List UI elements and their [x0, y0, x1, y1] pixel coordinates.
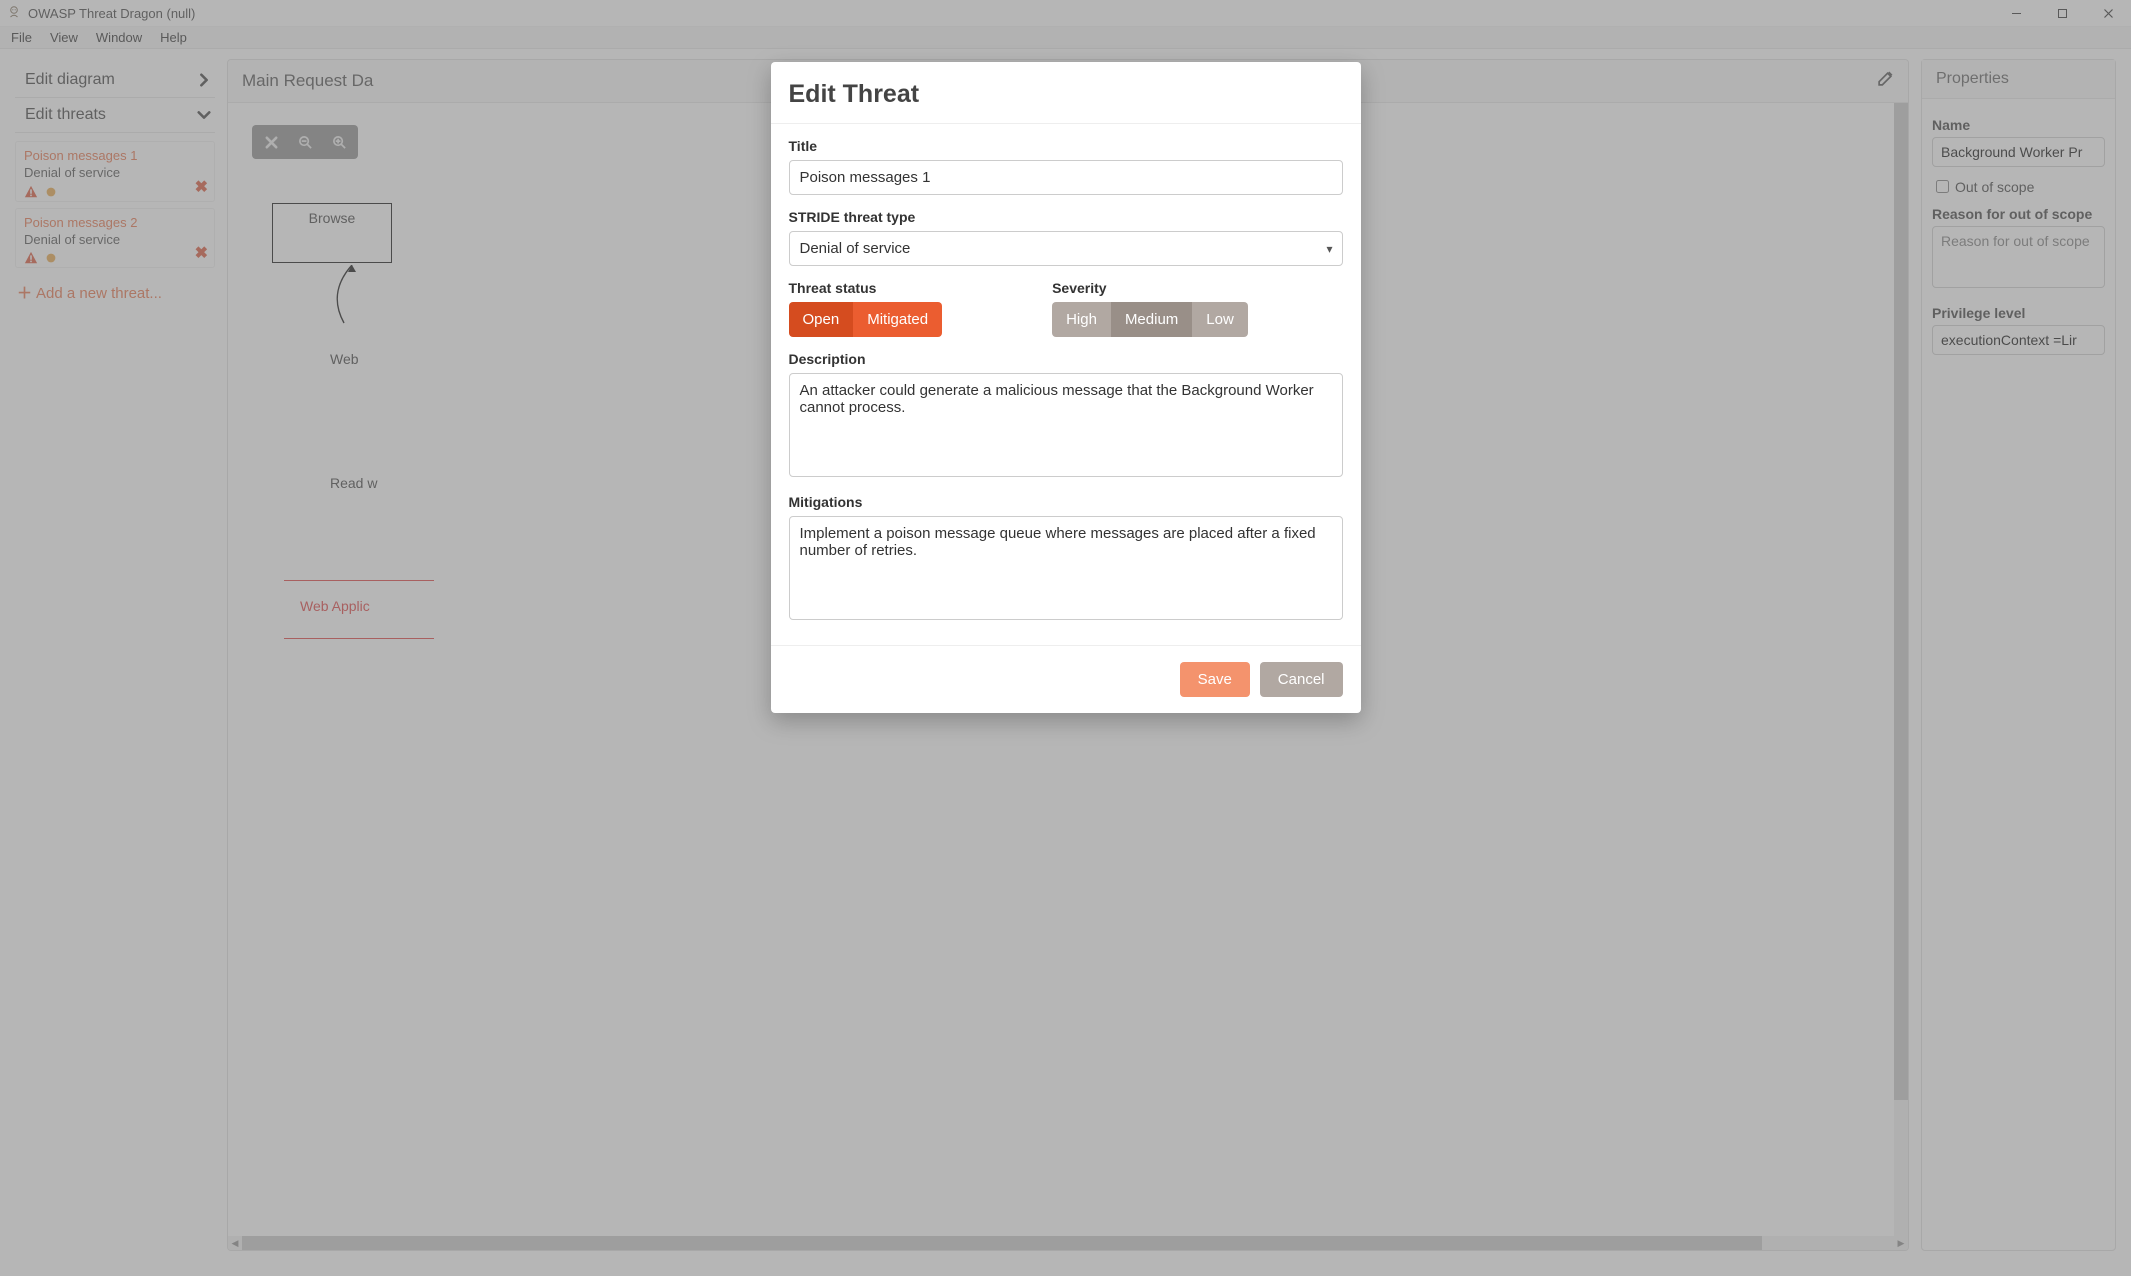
mitigations-label: Mitigations [789, 494, 1343, 510]
cancel-button[interactable]: Cancel [1260, 662, 1343, 697]
severity-label: Severity [1052, 280, 1248, 296]
status-label: Threat status [789, 280, 943, 296]
mitigations-textarea[interactable] [789, 516, 1343, 620]
severity-high-button[interactable]: High [1052, 302, 1111, 337]
severity-low-button[interactable]: Low [1192, 302, 1248, 337]
status-open-button[interactable]: Open [789, 302, 854, 337]
modal-footer: Save Cancel [771, 645, 1361, 713]
description-label: Description [789, 351, 1343, 367]
save-button[interactable]: Save [1180, 662, 1250, 697]
modal-header: Edit Threat [771, 62, 1361, 124]
title-input[interactable] [789, 160, 1343, 195]
description-textarea[interactable] [789, 373, 1343, 477]
severity-toggle: High Medium Low [1052, 302, 1248, 337]
severity-medium-button[interactable]: Medium [1111, 302, 1192, 337]
stride-select[interactable]: Denial of service [789, 231, 1343, 266]
stride-label: STRIDE threat type [789, 209, 1343, 225]
edit-threat-modal: Edit Threat Title STRIDE threat type Den… [771, 62, 1361, 713]
modal-title: Edit Threat [789, 80, 1343, 109]
status-mitigated-button[interactable]: Mitigated [853, 302, 942, 337]
title-label: Title [789, 138, 1343, 154]
status-toggle: Open Mitigated [789, 302, 943, 337]
